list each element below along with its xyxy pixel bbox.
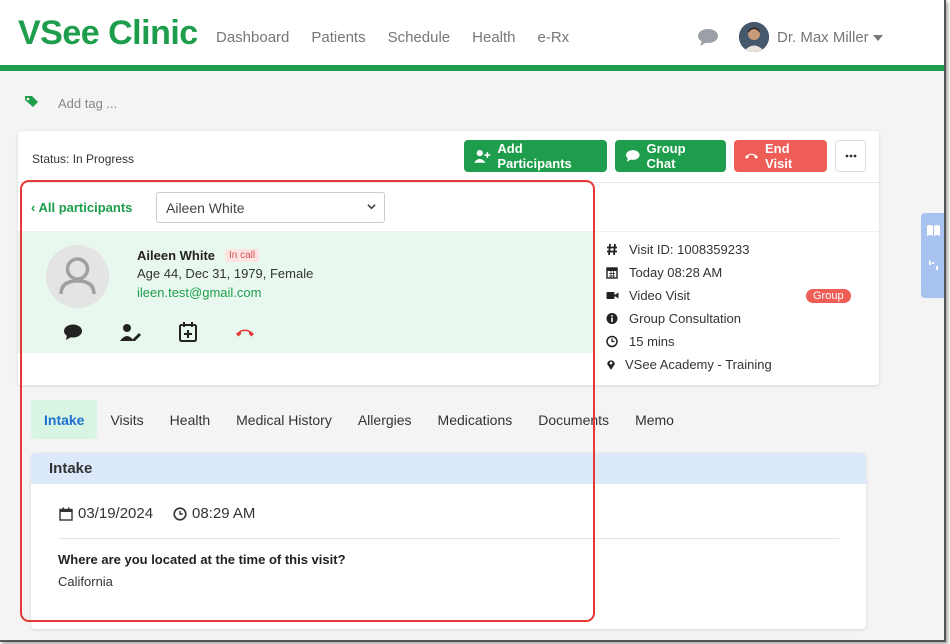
clock-icon	[606, 335, 618, 348]
tab-visits[interactable]: Visits	[97, 400, 156, 439]
consultation-type: Group Consultation	[629, 311, 742, 326]
add-participants-button[interactable]: Add Participants	[464, 140, 607, 172]
visit-type: Video Visit	[629, 288, 690, 303]
patient-avatar	[46, 245, 109, 308]
intake-title: Intake	[31, 453, 866, 484]
intake-question: Where are you located at the time of thi…	[58, 552, 346, 567]
hash-icon	[607, 243, 617, 256]
patient-tabs: Intake Visits Health Medical History All…	[31, 400, 687, 439]
calendar-icon	[606, 267, 618, 279]
app-window: VSee Clinic Dashboard Patients Schedule …	[0, 0, 946, 642]
clock-icon	[173, 506, 187, 521]
ellipsis-icon	[845, 154, 856, 158]
group-chat-label: Group Chat	[646, 141, 686, 171]
visit-status: Status: In Progress	[32, 152, 135, 166]
nav-erx[interactable]: e-Rx	[538, 29, 570, 46]
intake-date: 03/19/2024	[59, 505, 153, 522]
intake-time: 08:29 AM	[173, 505, 255, 522]
comment-icon[interactable]	[62, 322, 84, 342]
patient-demographics: Age 44, Dec 31, 1979, Female	[137, 266, 314, 281]
main-nav: Dashboard Patients Schedule Health e-Rx	[216, 29, 591, 46]
map-marker-icon	[607, 360, 615, 370]
end-visit-label: End Visit	[765, 141, 793, 171]
user-plus-icon	[474, 150, 491, 163]
group-chat-button[interactable]: Group Chat	[615, 140, 726, 172]
visit-location: VSee Academy - Training	[625, 357, 772, 372]
all-participants-label: All participants	[38, 200, 133, 215]
intake-answer: California	[58, 574, 113, 589]
visit-card: Status: In Progress Add Participants Gro…	[18, 131, 879, 385]
group-badge: Group	[806, 289, 851, 303]
all-participants-link[interactable]: ‹ All participants	[31, 200, 132, 215]
thumbs-up-down-icon[interactable]	[926, 259, 941, 272]
visit-date: Today 08:28 AM	[629, 265, 723, 280]
intake-date-value: 03/19/2024	[78, 505, 154, 522]
add-participants-label: Add Participants	[497, 141, 572, 171]
tab-medical-history[interactable]: Medical History	[223, 400, 345, 439]
more-options-button[interactable]	[835, 140, 866, 172]
info-icon	[606, 313, 618, 324]
card-divider	[18, 182, 879, 183]
visit-duration: 15 mins	[629, 334, 675, 349]
add-tag-input[interactable]: Add tag ...	[58, 96, 117, 111]
nav-patients[interactable]: Patients	[311, 29, 365, 46]
user-placeholder-icon	[46, 245, 109, 308]
intake-panel: Intake 03/19/2024 08:29 AM Where are you…	[31, 453, 866, 629]
phone-hangup-icon[interactable]	[234, 322, 256, 342]
tag-icon	[25, 96, 38, 107]
patient-email[interactable]: ileen.test@gmail.com	[137, 285, 261, 300]
user-menu-name[interactable]: Dr. Max Miller	[777, 29, 869, 46]
phone-hangup-icon	[744, 153, 759, 159]
intake-time-value: 08:29 AM	[192, 505, 256, 522]
tab-allergies[interactable]: Allergies	[345, 400, 425, 439]
calendar-plus-icon[interactable]	[177, 322, 199, 342]
comment-icon[interactable]	[697, 28, 719, 46]
participant-select-value: Aileen White	[166, 200, 245, 216]
tab-health[interactable]: Health	[157, 400, 223, 439]
intake-divider	[59, 538, 839, 539]
in-call-badge: In call	[225, 249, 260, 262]
patient-panel: Aileen White In call Age 44, Dec 31, 197…	[18, 232, 594, 353]
chevron-down-icon[interactable]	[873, 35, 883, 41]
visit-id: Visit ID: 1008359233	[629, 242, 750, 257]
user-avatar[interactable]	[739, 22, 769, 52]
calendar-icon	[59, 507, 73, 521]
tab-memo[interactable]: Memo	[622, 400, 687, 439]
user-edit-icon[interactable]	[119, 322, 141, 342]
patient-name: Aileen White	[137, 248, 216, 263]
nav-schedule[interactable]: Schedule	[388, 29, 451, 46]
book-icon[interactable]	[926, 224, 941, 237]
comment-icon	[625, 150, 640, 162]
end-visit-button[interactable]: End Visit	[734, 140, 827, 172]
nav-health[interactable]: Health	[472, 29, 515, 46]
side-feedback-widget[interactable]	[921, 213, 944, 298]
video-icon	[606, 292, 619, 299]
tab-medications[interactable]: Medications	[425, 400, 526, 439]
tab-intake[interactable]: Intake	[31, 400, 98, 439]
top-navbar: VSee Clinic Dashboard Patients Schedule …	[0, 0, 944, 71]
chevron-down-icon	[367, 204, 376, 210]
tab-documents[interactable]: Documents	[525, 400, 622, 439]
app-logo[interactable]: VSee Clinic	[18, 14, 198, 53]
participant-select[interactable]: Aileen White	[156, 192, 385, 223]
nav-dashboard[interactable]: Dashboard	[216, 29, 289, 46]
